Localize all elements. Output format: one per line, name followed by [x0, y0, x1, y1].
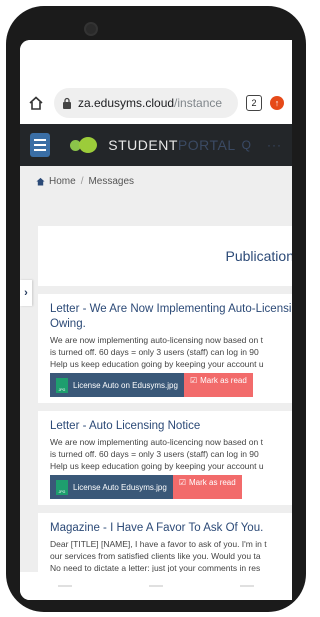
logo-mark-icon — [70, 137, 100, 153]
message-item[interactable]: Letter - Auto Licensing Notice We are no… — [38, 411, 292, 505]
message-item[interactable]: Letter - We Are Now Implementing Auto-Li… — [38, 294, 292, 403]
phone-frame: za.edusyms.cloud /instance 2 ↑ STUDENT P… — [0, 0, 306, 617]
system-nav-bar — [20, 572, 292, 600]
publication-header-card: Publication — [38, 226, 292, 286]
jpg-file-icon — [56, 479, 68, 495]
logo-text-student: STUDENT — [108, 137, 178, 153]
breadcrumb-current: Messages — [88, 175, 135, 187]
logo-text-portal: PORTAL — [177, 137, 236, 153]
message-item[interactable]: Magazine - I Have A Favor To Ask Of You.… — [38, 513, 292, 580]
message-title[interactable]: Letter - We Are Now Implementing Auto-Li… — [50, 302, 292, 317]
message-body-line: is turned off. 60 days = only 3 users (s… — [50, 449, 259, 459]
url-host: za.edusyms.cloud — [78, 96, 175, 110]
search-icon[interactable]: Q — [242, 138, 251, 152]
message-body-line: We are now implementing auto-licencing n… — [50, 437, 263, 447]
tab-count-button[interactable]: 2 — [246, 95, 262, 111]
status-bar — [20, 40, 292, 82]
checkbox-icon: ☑ — [189, 376, 198, 385]
more-options-icon[interactable]: ··· — [267, 138, 282, 152]
message-body-line: We are now implementing auto-licensing n… — [50, 335, 263, 345]
message-title-continued[interactable]: Owing. — [50, 317, 292, 332]
mark-as-read-label: Mark as read — [189, 478, 236, 487]
attachment-name: License Auto Edusyms.jpg — [73, 482, 167, 492]
message-actions: License Auto Edusyms.jpg ☑ Mark as read — [50, 475, 292, 499]
breadcrumb-home-icon — [36, 177, 45, 186]
main-content: Publication › Letter - We Are Now Implem… — [20, 196, 292, 600]
message-body-line: Dear [TITLE] [NAME], I have a favor to a… — [50, 539, 267, 549]
attachment-button[interactable]: License Auto Edusyms.jpg — [50, 475, 173, 499]
breadcrumb: Home / Messages — [20, 166, 292, 196]
url-path: /instance — [174, 96, 223, 110]
attachment-button[interactable]: License Auto on Edusyms.jpg — [50, 373, 184, 397]
breadcrumb-separator: / — [80, 175, 84, 187]
nav-recents-icon[interactable] — [239, 585, 254, 587]
jpg-file-icon — [56, 377, 68, 393]
mark-as-read-label: Mark as read — [200, 376, 247, 385]
extension-icon[interactable]: ↑ — [270, 96, 284, 110]
app-header: STUDENT PORTAL Q ··· — [20, 124, 292, 166]
message-actions: License Auto on Edusyms.jpg ☑ Mark as re… — [50, 373, 292, 397]
message-body-line: Help us keep education going by keeping … — [50, 359, 264, 369]
nav-home-icon[interactable] — [148, 585, 163, 587]
mark-as-read-button[interactable]: ☑ Mark as read — [183, 373, 253, 397]
nav-back-icon[interactable] — [58, 585, 73, 587]
message-body-line: is turned off. 60 days = only 3 users (s… — [50, 347, 259, 357]
message-body-line: our services from satisfied clients like… — [50, 551, 261, 561]
home-icon[interactable] — [28, 95, 44, 111]
attachment-name: License Auto on Edusyms.jpg — [73, 380, 178, 390]
browser-address-bar: za.edusyms.cloud /instance 2 ↑ — [20, 82, 292, 124]
message-title[interactable]: Magazine - I Have A Favor To Ask Of You. — [50, 521, 292, 536]
checkbox-icon: ☑ — [178, 478, 187, 487]
url-field[interactable]: za.edusyms.cloud /instance — [54, 88, 238, 118]
message-title[interactable]: Letter - Auto Licensing Notice — [50, 419, 292, 434]
mark-as-read-button[interactable]: ☑ Mark as read — [172, 475, 242, 499]
lock-icon — [63, 97, 71, 109]
sidebar-toggle-chevron-icon[interactable]: › — [20, 280, 32, 306]
page-title: Publication — [225, 248, 293, 264]
student-portal-logo[interactable]: STUDENT PORTAL — [70, 137, 235, 153]
phone-screen: za.edusyms.cloud /instance 2 ↑ STUDENT P… — [20, 40, 292, 600]
breadcrumb-home-link[interactable]: Home — [49, 176, 76, 187]
front-camera — [84, 22, 98, 36]
hamburger-menu-button[interactable] — [30, 133, 51, 157]
message-body-line: Help us keep education going by keeping … — [50, 461, 264, 471]
